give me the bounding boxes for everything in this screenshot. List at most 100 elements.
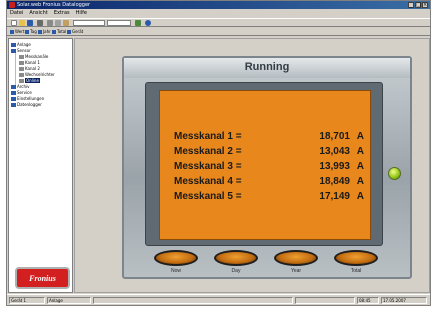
measurement-value: 17,149 xyxy=(319,191,350,202)
toolbar-item-year[interactable]: Jahr xyxy=(38,29,51,35)
now-button-label: Now xyxy=(170,268,181,274)
tree-node-icon xyxy=(11,91,16,95)
window-controls: _ □ × xyxy=(408,2,428,8)
copy-icon[interactable] xyxy=(55,20,61,26)
print-icon[interactable] xyxy=(37,20,43,26)
tree-item-label: Archiv xyxy=(17,84,30,89)
menu-help[interactable]: Hilfe xyxy=(76,9,87,17)
measurement-label: Messkanal 2 = xyxy=(174,146,242,157)
app-window: Solar.web Fronius Datalogger _ □ × Datei… xyxy=(6,0,431,306)
sidebar-tree-item[interactable]: Datenlogger xyxy=(11,102,42,107)
status-led-icon xyxy=(388,167,401,180)
toolbar-select[interactable] xyxy=(107,20,131,26)
now-button[interactable] xyxy=(154,250,198,266)
status-extra xyxy=(295,297,355,304)
sidebar-tree-item[interactable]: Einstellungen xyxy=(11,96,44,101)
save-icon[interactable] xyxy=(27,20,33,26)
tree-node-icon xyxy=(19,79,24,83)
refresh-icon[interactable] xyxy=(135,20,141,26)
measurement-row: Messkanal 4 = 18,849 A xyxy=(174,176,364,189)
tree-item-label: Einstellungen xyxy=(17,96,45,101)
status-title: Running xyxy=(244,61,290,73)
maximize-button[interactable]: □ xyxy=(415,2,421,8)
tree-item-label: Messkanäle xyxy=(25,54,49,59)
sidebar-tree-item[interactable]: Kanal 1 xyxy=(19,60,40,65)
tree-node-icon xyxy=(11,85,16,89)
toolbar-item-value[interactable]: Wert xyxy=(10,29,24,35)
minimize-button[interactable]: _ xyxy=(408,2,414,8)
menu-file[interactable]: Datei xyxy=(10,9,23,17)
year-button-label: Year xyxy=(290,268,302,274)
toolbar-item-total[interactable]: Total xyxy=(52,29,66,35)
tree-item-label: Datenlogger xyxy=(17,102,42,107)
tree-node-icon xyxy=(19,73,24,77)
fronius-logo: Fronius xyxy=(15,267,70,289)
tree-item-label: Sensor xyxy=(17,48,31,53)
tree-node-icon xyxy=(11,43,16,47)
measurement-value: 18,849 xyxy=(319,176,350,187)
tree-item-label: Kanal 2 xyxy=(25,66,40,71)
measurement-unit: A xyxy=(356,131,364,142)
device-button-row: Now Day Year Total xyxy=(152,250,392,278)
measurement-row: Messkanal 3 = 13,993 A xyxy=(174,161,364,174)
sidebar-tree-item[interactable]: Kanal 2 xyxy=(19,66,40,71)
tree-node-icon xyxy=(19,67,24,71)
help-icon[interactable] xyxy=(145,20,151,26)
toolbar-input[interactable] xyxy=(73,20,105,26)
measurement-unit: A xyxy=(356,176,364,187)
sidebar-tree-item[interactable]: Wechselrichter xyxy=(19,72,55,77)
tree-item-label: Anlage xyxy=(17,42,31,47)
paste-icon[interactable] xyxy=(63,20,69,26)
close-button[interactable]: × xyxy=(422,2,428,8)
menu-extras[interactable]: Extras xyxy=(54,9,70,17)
day-button-label: Day xyxy=(231,268,241,274)
sidebar-tree-item[interactable]: Anlage xyxy=(11,42,31,47)
toolbar-item-day[interactable]: Tag xyxy=(25,29,37,35)
window-title: Solar.web Fronius Datalogger xyxy=(17,2,91,8)
device-panel: Running Messkanal 1 = 18,701 A Messkanal 2 … xyxy=(122,56,412,279)
display-bezel: Messkanal 1 = 18,701 A Messkanal 2 = 13,043 A… xyxy=(145,82,383,246)
total-button-label: Total xyxy=(350,268,362,274)
year-button[interactable] xyxy=(274,250,318,266)
measurement-value: 13,043 xyxy=(319,146,350,157)
status-time: 08:45 xyxy=(357,297,379,304)
cut-icon[interactable] xyxy=(47,20,53,26)
measurement-unit: A xyxy=(356,161,364,172)
sidebar-tree-item[interactable]: Archiv xyxy=(11,84,30,89)
app-icon xyxy=(9,2,15,8)
tree-node-icon xyxy=(11,49,16,53)
tree-item-label: Kanal 1 xyxy=(25,60,40,65)
status-plant: Anlage xyxy=(47,297,91,304)
tree-node-icon xyxy=(19,55,24,59)
tree-node-icon xyxy=(11,97,16,101)
tree-item-label: Online xyxy=(25,78,40,83)
measurement-unit: A xyxy=(356,191,364,202)
day-button[interactable] xyxy=(214,250,258,266)
new-icon[interactable] xyxy=(11,20,17,26)
sidebar-tree-item[interactable]: Sensor xyxy=(11,48,31,53)
sidebar-tree: Anlage Sensor Messkanäle Kanal 1 Kanal 2 Wech… xyxy=(8,38,73,293)
display-screen: Messkanal 1 = 18,701 A Messkanal 2 = 13,043 A… xyxy=(159,90,371,240)
menu-view[interactable]: Ansicht xyxy=(29,9,47,17)
menu-bar: Datei Ansicht Extras Hilfe xyxy=(7,9,430,17)
status-bar: Gerät 1 Anlage 08:45 17.05.2007 xyxy=(7,294,430,305)
total-button[interactable] xyxy=(334,250,378,266)
status-message xyxy=(93,297,293,304)
sidebar-tree-item[interactable]: Online xyxy=(19,78,40,83)
title-bar: Solar.web Fronius Datalogger _ □ × xyxy=(7,1,430,9)
open-icon[interactable] xyxy=(19,20,25,26)
status-device: Gerät 1 xyxy=(9,297,45,304)
tree-item-label: Service xyxy=(17,90,32,95)
measurement-label: Messkanal 3 = xyxy=(174,161,242,172)
tree-item-label: Wechselrichter xyxy=(25,72,55,77)
toolbar-item-device[interactable]: Gerät xyxy=(67,29,83,35)
sidebar-tree-item[interactable]: Messkanäle xyxy=(19,54,48,59)
main-toolbar xyxy=(7,18,430,27)
measurement-label: Messkanal 1 = xyxy=(174,131,242,142)
measurement-row: Messkanal 1 = 18,701 A xyxy=(174,131,364,144)
device-header: Running xyxy=(124,58,410,78)
sidebar-tree-item[interactable]: Service xyxy=(11,90,32,95)
measurement-value: 13,993 xyxy=(319,161,350,172)
measurement-row: Messkanal 2 = 13,043 A xyxy=(174,146,364,159)
status-date: 17.05.2007 xyxy=(381,297,427,304)
